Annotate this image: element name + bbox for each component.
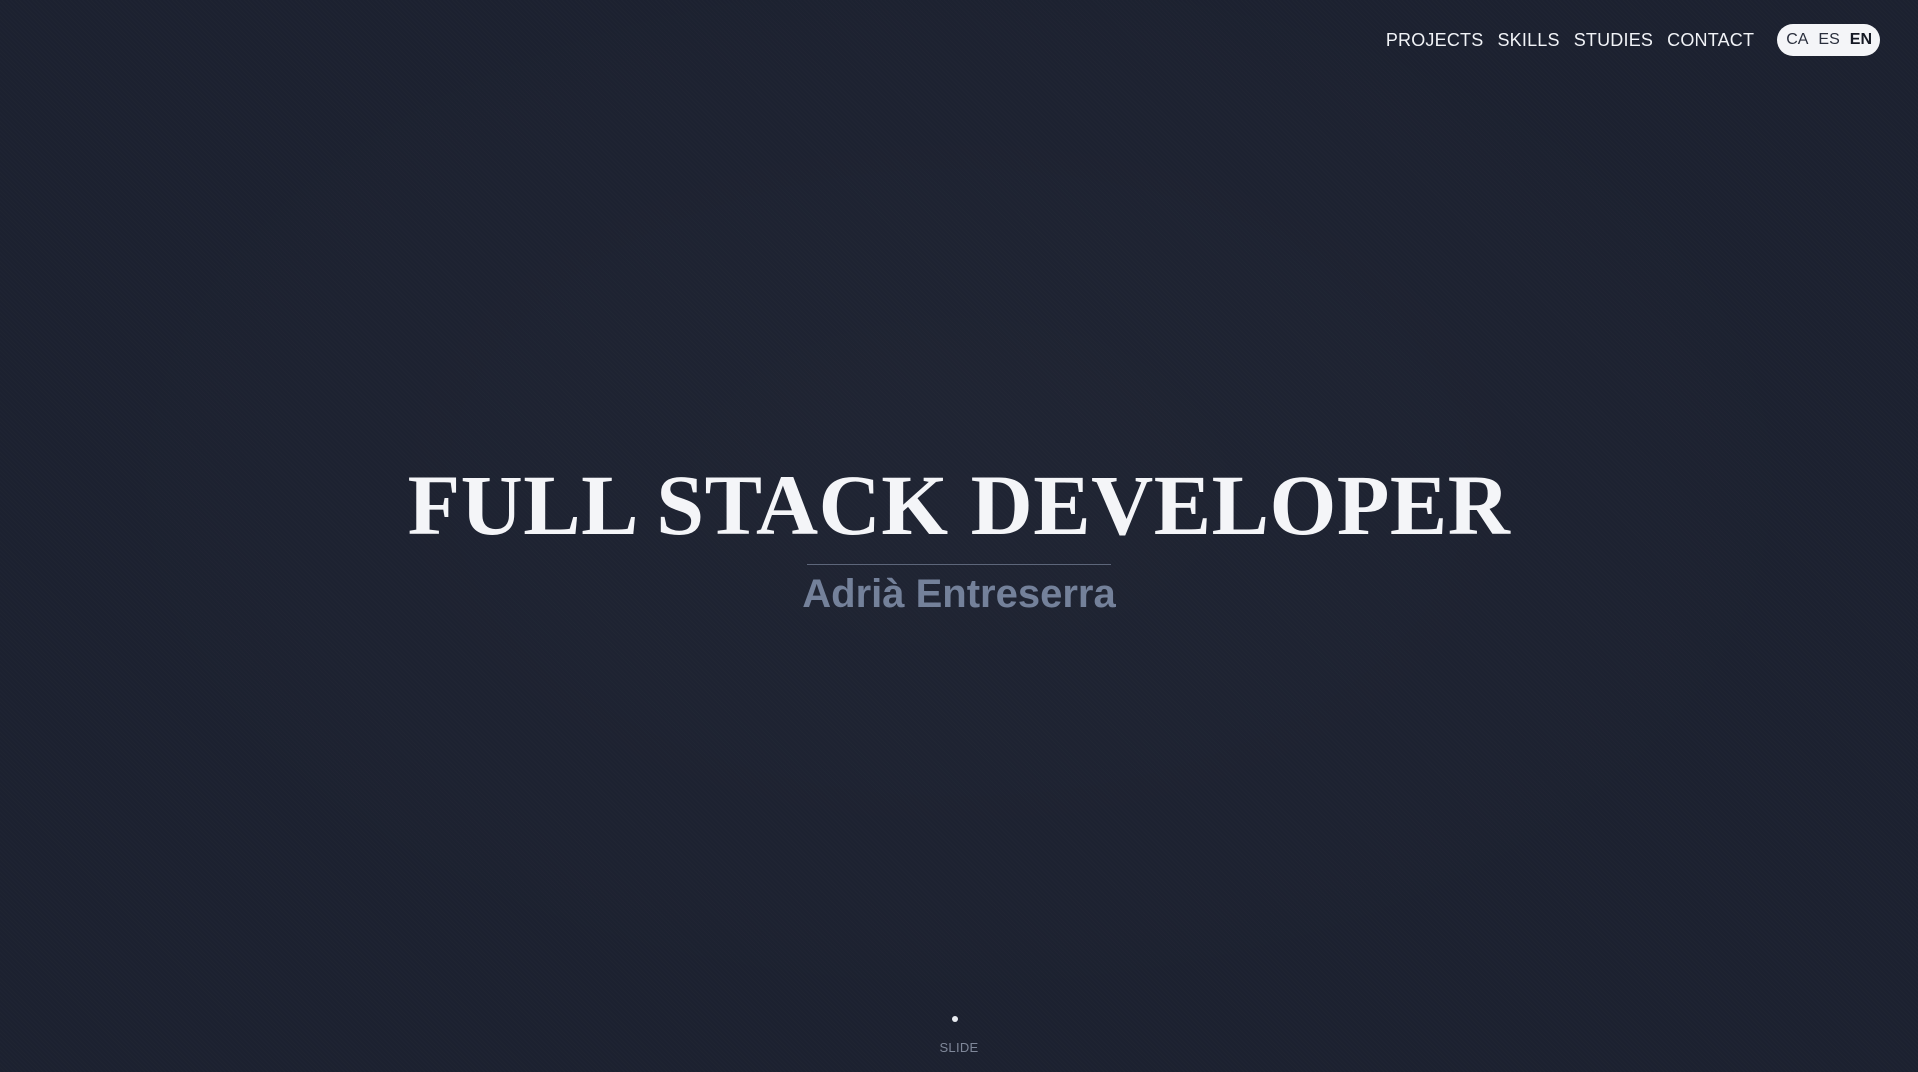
language-option-es[interactable]: ES xyxy=(1818,31,1839,49)
nav-links: PROJECTS SKILLS STUDIES CONTACT xyxy=(1386,30,1754,51)
scroll-label: SLIDE xyxy=(939,1040,979,1055)
language-option-en[interactable]: EN xyxy=(1850,31,1872,49)
nav-link-projects[interactable]: PROJECTS xyxy=(1386,30,1484,51)
top-navigation: PROJECTS SKILLS STUDIES CONTACT CA ES EN xyxy=(1386,24,1880,56)
nav-link-skills[interactable]: SKILLS xyxy=(1497,30,1559,51)
hero-subtitle: Adrià Entreserra xyxy=(802,572,1116,616)
language-option-ca[interactable]: CA xyxy=(1786,31,1808,49)
nav-link-studies[interactable]: STUDIES xyxy=(1574,30,1653,51)
language-switcher: CA ES EN xyxy=(1777,24,1880,56)
nav-link-contact[interactable]: CONTACT xyxy=(1667,30,1754,51)
scroll-dot-icon xyxy=(952,1016,958,1022)
hero-divider xyxy=(807,564,1111,565)
hero-title: FULL STACK DEVELOPER xyxy=(407,457,1511,553)
scroll-dot-wrapper xyxy=(952,1016,958,1022)
hero-section: FULL STACK DEVELOPER Adrià Entreserra xyxy=(0,455,1918,617)
